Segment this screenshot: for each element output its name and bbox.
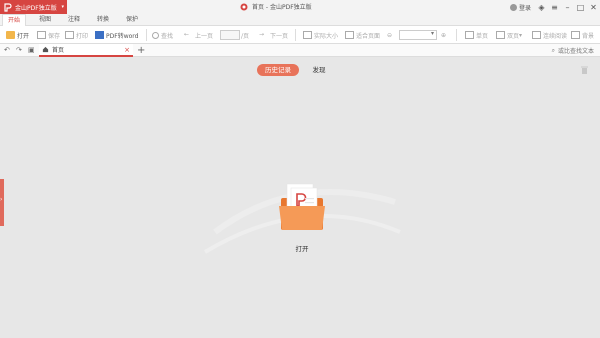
- arrow-right-icon: →: [259, 31, 265, 38]
- save-label: 保存: [48, 32, 61, 40]
- pdf-logo-icon: [4, 2, 12, 12]
- tab-convert[interactable]: 转换: [97, 14, 109, 26]
- window-title-text: 首页 - 金山PDF独立版: [252, 4, 312, 11]
- skin-icon[interactable]: ◈: [535, 0, 548, 14]
- menu-icon[interactable]: ≡: [548, 0, 561, 14]
- title-bar: 金山PDF独立版 ▾ 首页 - 金山PDF独立版 登录 ◈ ≡ – □ ✕: [0, 0, 600, 14]
- zoom-out-icon: ⊖: [387, 31, 393, 39]
- user-icon: [509, 3, 517, 11]
- open-button[interactable]: 打开: [6, 29, 29, 41]
- print-label: 打印: [76, 32, 89, 40]
- prev-page-label: 上一页: [195, 32, 214, 40]
- search-icon: ⌕: [551, 46, 555, 54]
- menu-bar: 开始 视图 注释 转换 保护: [0, 14, 600, 26]
- background-button[interactable]: 背景: [571, 29, 594, 41]
- tab-view[interactable]: 视图: [39, 14, 51, 26]
- folder-open-icon: [6, 31, 15, 39]
- find-button[interactable]: 查找: [152, 29, 173, 41]
- sidebar-toggle[interactable]: [0, 179, 4, 226]
- app-menu-button[interactable]: 金山PDF独立版 ▾: [0, 0, 67, 14]
- print-button[interactable]: 打印: [65, 29, 88, 41]
- fit-page-icon: [345, 31, 354, 39]
- single-page-label: 单页: [476, 32, 489, 40]
- tab-discover[interactable]: 发现: [308, 64, 330, 76]
- zoom-out-button[interactable]: ⊖: [387, 29, 392, 41]
- trash-icon[interactable]: [581, 66, 588, 74]
- zoom-in-button[interactable]: ⊕: [441, 29, 446, 41]
- chevron-down-icon: ▾: [519, 31, 523, 39]
- next-page-label: 下一页: [270, 32, 289, 40]
- arrow-left-icon: ←: [184, 31, 190, 38]
- continuous-read-label: 连续阅读: [543, 32, 568, 40]
- close-button[interactable]: ✕: [587, 0, 600, 14]
- single-page-button[interactable]: 单页: [465, 29, 488, 41]
- next-page-button[interactable]: → 下一页: [259, 29, 288, 41]
- toolbar-divider: [456, 29, 457, 41]
- app-logo-icon: [240, 3, 248, 10]
- maximize-button[interactable]: □: [574, 0, 587, 14]
- redo-icon[interactable]: ↷: [16, 46, 22, 54]
- tab-home-label: 首页: [52, 47, 65, 54]
- double-page-label: 双页: [507, 32, 520, 40]
- tab-home[interactable]: 首页 ×: [39, 44, 133, 57]
- close-tab-icon[interactable]: ×: [124, 46, 130, 54]
- actual-size-icon: [303, 31, 312, 39]
- page-total: /页: [241, 32, 250, 40]
- login-button[interactable]: 登录: [509, 3, 531, 12]
- app-name: 金山PDF独立版: [15, 4, 57, 12]
- minimize-button[interactable]: –: [561, 0, 574, 14]
- single-page-icon: [465, 31, 474, 39]
- print-icon: [65, 31, 74, 39]
- background-icon: [571, 31, 580, 39]
- continuous-read-button[interactable]: 连续阅读: [532, 29, 567, 41]
- background-label: 背景: [582, 32, 595, 40]
- pdf-to-word-label: PDF转word: [106, 32, 139, 40]
- search-box[interactable]: ⌕ 或比查找文本: [552, 44, 594, 57]
- tab-history[interactable]: 历史记录: [257, 64, 299, 76]
- home-page: 历史记录 发现 打开: [0, 57, 600, 338]
- prev-page-button[interactable]: ← 上一页: [184, 29, 213, 41]
- find-label: 查找: [161, 32, 174, 40]
- new-tab-button[interactable]: +: [137, 44, 145, 57]
- tab-start[interactable]: 开始: [2, 14, 27, 26]
- save-icon: [37, 31, 46, 39]
- undo-icon[interactable]: ↶: [4, 46, 10, 54]
- actual-size-button[interactable]: 实际大小: [303, 29, 338, 41]
- page-number-input[interactable]: [220, 30, 240, 40]
- double-page-button[interactable]: 双页 ▾: [496, 29, 522, 41]
- fit-page-button[interactable]: 适合页面: [345, 29, 380, 41]
- continuous-icon: [532, 31, 541, 39]
- search-placeholder: 或比查找文本: [557, 48, 594, 55]
- pdf-to-word-button[interactable]: PDF转word: [95, 29, 138, 41]
- fit-page-label: 适合页面: [356, 32, 381, 40]
- open-label: 打开: [17, 32, 30, 40]
- save-button[interactable]: 保存: [37, 29, 60, 41]
- double-page-icon: [496, 31, 505, 39]
- zoom-in-icon: ⊕: [441, 31, 447, 39]
- folder-open-icon[interactable]: [277, 182, 327, 232]
- actual-size-label: 实际大小: [314, 32, 339, 40]
- toolbar-divider: [146, 29, 147, 41]
- login-label: 登录: [518, 4, 531, 12]
- open-label[interactable]: 打开: [287, 243, 317, 253]
- toolbar-divider: [295, 29, 296, 41]
- document-tab-bar: ↶ ↷ ▣ 首页 × + ⌕ 或比查找文本: [0, 44, 600, 57]
- word-icon: [95, 31, 104, 39]
- window-title: 首页 - 金山PDF独立版: [240, 2, 312, 11]
- zoom-select[interactable]: [399, 30, 437, 40]
- save-quick-icon[interactable]: ▣: [28, 46, 35, 54]
- home-icon: [42, 46, 49, 53]
- tab-protect[interactable]: 保护: [126, 14, 138, 26]
- tab-annotate[interactable]: 注释: [68, 14, 80, 26]
- chevron-down-icon: ▾: [61, 4, 64, 10]
- search-icon: [152, 31, 159, 39]
- toolbar: 打开 保存 打印 PDF转word 查找 ← 上一页 /页 → 下一页 实际大小…: [0, 26, 600, 44]
